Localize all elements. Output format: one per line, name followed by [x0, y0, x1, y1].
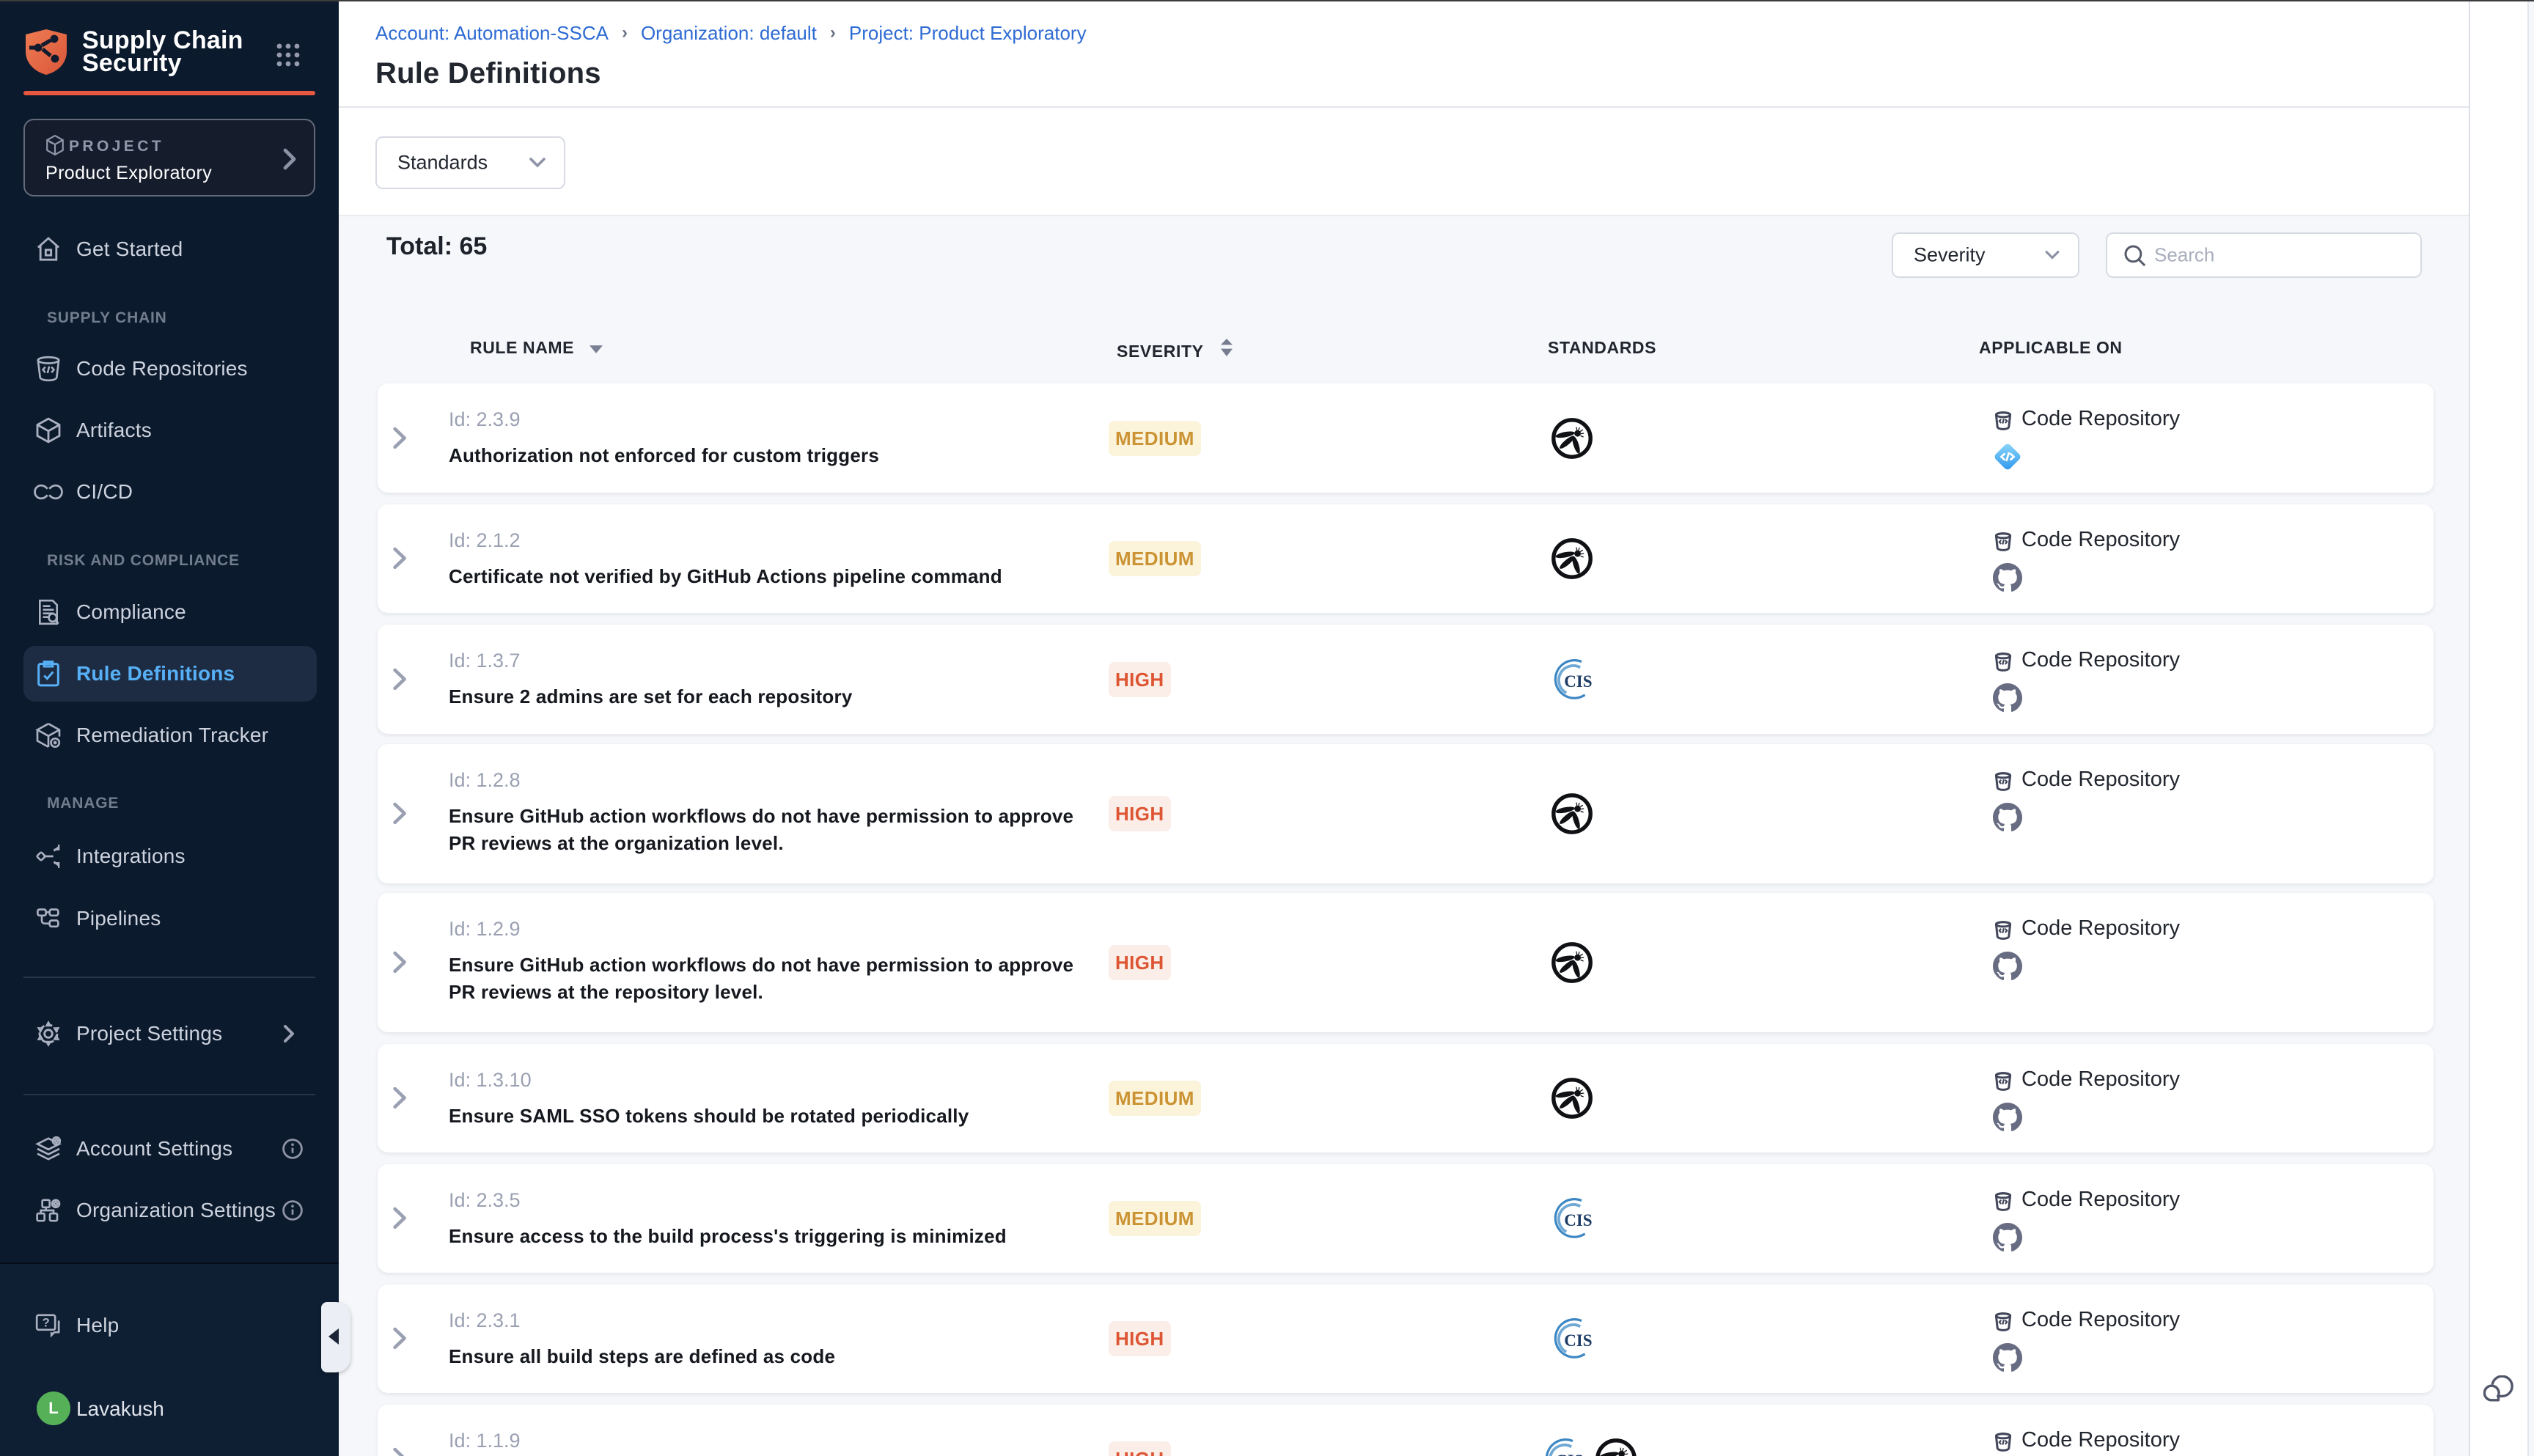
svg-text:?: ?: [43, 1316, 50, 1330]
